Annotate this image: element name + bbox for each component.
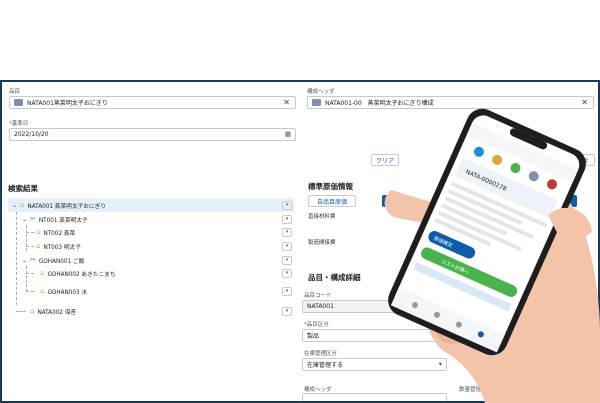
material-cost-label: 直接材料費 bbox=[308, 214, 336, 220]
tree-row[interactable]: ⌂ GOHAN003 水 ▾ bbox=[8, 284, 294, 298]
package-icon: ⌂ bbox=[40, 269, 45, 277]
quantity-label: 数量管理 bbox=[459, 387, 482, 393]
item-class-value: 製品 bbox=[307, 333, 320, 340]
tree-row[interactable]: ⌂ NT002 蒸菜 ▾ bbox=[8, 225, 294, 239]
item-label: 品目 bbox=[9, 89, 21, 95]
tree-row[interactable]: ⌂ NATA002 海苔 ▾ bbox=[8, 304, 294, 318]
item-class-select[interactable]: 製品 ▾ bbox=[302, 329, 447, 342]
item-code-label: 品目コード bbox=[304, 293, 332, 299]
chevron-down-icon: ▾ bbox=[438, 331, 442, 339]
struct-header-field[interactable] bbox=[302, 393, 447, 401]
tree-row-label: GOHAN003 水 bbox=[47, 289, 88, 296]
cost-action-button[interactable] bbox=[382, 195, 400, 207]
tree-row[interactable]: ⌄ ✂ GOHAN001 ご飯 ▾ bbox=[8, 253, 294, 267]
structure-header-label: 構成ヘッダ bbox=[307, 89, 335, 95]
chevron-down-icon[interactable]: ⌄ bbox=[22, 216, 27, 223]
row-menu-button[interactable]: ▾ bbox=[282, 227, 292, 237]
confirm-cost-button[interactable]: 原価確定 bbox=[535, 195, 577, 207]
package-icon: ⌂ bbox=[36, 228, 41, 236]
item-lookup-field[interactable]: NATA001蒸菜明太子おにぎり ✕ bbox=[9, 96, 296, 109]
row-menu-button[interactable]: ▾ bbox=[282, 241, 292, 251]
tree-row-label: GOHAN001 ご飯 bbox=[38, 258, 85, 265]
tree-row-label: GOHAN002 あきたこまち bbox=[47, 271, 116, 278]
base-date-label: *基準日 bbox=[9, 121, 29, 127]
search-results-title: 検索結果 bbox=[8, 184, 38, 193]
package-icon: ⌂ bbox=[40, 287, 45, 295]
inventory-value: 在庫管理する bbox=[307, 362, 344, 369]
inventory-select[interactable]: 在庫管理する ▾ bbox=[302, 358, 447, 371]
cost-label: 費 bbox=[549, 214, 555, 220]
row-menu-button[interactable]: ▾ bbox=[282, 286, 292, 296]
tree-row[interactable]: ⌄ ✂ NT001 蒸菜明太子 ▾ bbox=[8, 212, 294, 226]
structure-object-icon bbox=[312, 99, 321, 106]
detail-title: 品目・構成詳細 bbox=[308, 273, 361, 282]
item-view-button[interactable]: 品目 bbox=[475, 154, 501, 166]
search-button[interactable]: 検索 bbox=[569, 154, 595, 166]
row-menu-button[interactable]: ▾ bbox=[282, 200, 292, 210]
self-cost-button[interactable]: 自品目原価 bbox=[308, 195, 356, 207]
list-view-button[interactable]: 一覧 bbox=[540, 154, 564, 166]
structure-header-value: NATA001-00 蒸菜明太子おにぎり構成 bbox=[325, 100, 434, 107]
package-icon: ⌂ bbox=[36, 242, 41, 250]
row-menu-button[interactable]: ▾ bbox=[282, 268, 292, 278]
row-menu-button[interactable]: ▾ bbox=[282, 214, 292, 224]
item-class-label: *品目区分 bbox=[304, 322, 329, 328]
package-icon: ⌂ bbox=[20, 201, 25, 209]
overhead-cost-label: 製造間接費 bbox=[308, 240, 336, 246]
inventory-label: 在庫管理区分 bbox=[304, 351, 338, 357]
tree-row-label: NT003 明太子 bbox=[43, 244, 81, 251]
item-code-field: NATA001 bbox=[302, 300, 447, 313]
calendar-icon[interactable]: ▦ bbox=[285, 130, 291, 138]
standard-cost-title: 標準原価情報 bbox=[308, 182, 353, 191]
tree-row[interactable]: ⌂ NT003 明太子 ▾ bbox=[8, 239, 294, 253]
tree-row-label: NT001 蒸菜明太子 bbox=[38, 217, 88, 224]
item-code-value: NATA001 bbox=[307, 303, 334, 310]
tree-row-label: NATA002 海苔 bbox=[37, 309, 77, 316]
base-date-input[interactable]: 2022/10/20 ▦ bbox=[9, 128, 296, 141]
chevron-down-icon[interactable]: ⌄ bbox=[22, 257, 27, 264]
tree-row[interactable]: ⌂ GOHAN002 あきたこまち ▾ bbox=[8, 266, 294, 280]
app-window: 品目 NATA001蒸菜明太子おにぎり ✕ 構成ヘッダ NATA001-00 蒸… bbox=[0, 80, 600, 403]
tools-icon: ✂ bbox=[30, 256, 36, 264]
clear-structure-icon[interactable]: ✕ bbox=[581, 98, 588, 107]
tools-icon: ✂ bbox=[30, 215, 36, 223]
structure-header-lookup-field[interactable]: NATA001-00 蒸菜明太子おにぎり構成 ✕ bbox=[307, 96, 594, 109]
struct-header-label: 構成ヘッダ bbox=[304, 387, 332, 393]
item-lookup-value: NATA001蒸菜明太子おにぎり bbox=[27, 100, 108, 107]
tree-row-label: NT002 蒸菜 bbox=[43, 230, 76, 237]
package-icon: ⌂ bbox=[30, 307, 35, 315]
tree-view-button[interactable]: ツリー bbox=[504, 154, 538, 166]
base-date-value: 2022/10/20 bbox=[14, 131, 49, 138]
clear-button[interactable]: クリア bbox=[371, 154, 399, 166]
tree-row-label: NATA001 蒸菜明太子おにぎり bbox=[27, 203, 106, 210]
chevron-down-icon: ▾ bbox=[438, 360, 442, 368]
item-object-icon bbox=[14, 99, 23, 106]
tree-row[interactable]: ⌄ ⌂ NATA001 蒸菜明太子おにぎり ▾ bbox=[8, 198, 294, 212]
clear-item-icon[interactable]: ✕ bbox=[283, 98, 290, 107]
row-menu-button[interactable]: ▾ bbox=[282, 255, 292, 265]
chevron-down-icon[interactable]: ⌄ bbox=[12, 202, 17, 209]
row-menu-button[interactable]: ▾ bbox=[282, 306, 292, 316]
